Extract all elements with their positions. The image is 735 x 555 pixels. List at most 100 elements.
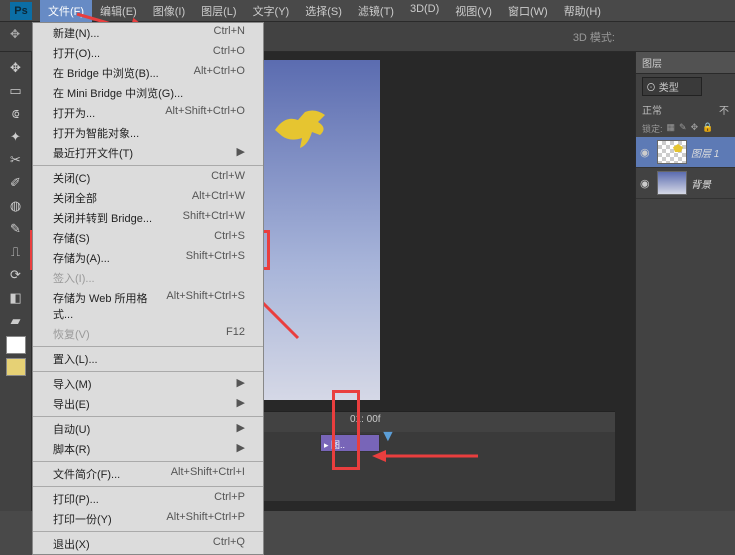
menu-entry[interactable]: 在 Mini Bridge 中浏览(G)... (33, 83, 263, 103)
menu-entry-shortcut: Alt+Ctrl+W (192, 190, 245, 206)
menu-item[interactable]: 编辑(E) (92, 0, 145, 22)
menu-item[interactable]: 文件(F) (40, 0, 92, 22)
menu-entry-shortcut: Ctrl+P (214, 491, 245, 507)
bg-color-swatch[interactable] (6, 358, 26, 376)
menu-entry-shortcut: Ctrl+O (213, 45, 245, 61)
menu-entry-shortcut: Alt+Shift+Ctrl+I (171, 466, 245, 482)
menu-item[interactable]: 3D(D) (402, 0, 447, 22)
menu-item[interactable]: 滤镜(T) (350, 0, 402, 22)
menu-entry[interactable]: 存储为(A)...Shift+Ctrl+S (33, 248, 263, 268)
bucket-tool[interactable]: ▰ (4, 310, 28, 332)
menu-entry[interactable]: 打开为...Alt+Shift+Ctrl+O (33, 103, 263, 123)
fg-color-swatch[interactable] (6, 336, 26, 354)
menu-entry-label: 导出(E) (53, 396, 90, 412)
timeline-clip[interactable]: ▸ 图.. (320, 434, 380, 452)
layer-thumb[interactable] (657, 140, 687, 164)
menu-entry-shortcut: Alt+Shift+Ctrl+O (165, 105, 245, 121)
layers-tab[interactable]: 图层 (636, 52, 735, 74)
playhead-icon[interactable]: ▼ (380, 428, 396, 446)
menu-entry-shortcut: ▶ (237, 145, 245, 161)
menu-entry[interactable]: 关闭并转到 Bridge...Shift+Ctrl+W (33, 208, 263, 228)
menu-entry-label: 最近打开文件(T) (53, 145, 133, 161)
crop-tool[interactable]: ✂ (4, 149, 28, 171)
menu-entry[interactable]: 导入(M) ▶ (33, 374, 263, 394)
menu-item[interactable]: 视图(V) (447, 0, 500, 22)
blend-mode[interactable]: 正常 (642, 102, 719, 117)
history-brush[interactable]: ⟳ (4, 264, 28, 286)
stamp-tool[interactable]: ⎍ (4, 241, 28, 263)
menu-entry[interactable]: 存储为 Web 所用格式...Alt+Shift+Ctrl+S (33, 288, 263, 324)
menu-item[interactable]: 图层(L) (193, 0, 244, 22)
lock-all-icon[interactable]: 🔒 (702, 122, 713, 135)
layer-row[interactable]: ◉ 背景 (636, 168, 735, 199)
mode-label: 3D 模式: (573, 29, 615, 45)
menu-entry-shortcut: Alt+Ctrl+O (194, 65, 245, 81)
menu-entry[interactable]: 置入(L)... (33, 349, 263, 369)
menu-separator (33, 461, 263, 462)
menu-entry-shortcut: Alt+Shift+Ctrl+S (166, 290, 245, 322)
wand-tool[interactable]: ✦ (4, 126, 28, 148)
menu-entry-label: 退出(X) (53, 536, 90, 552)
menu-entry-shortcut: Alt+Shift+Ctrl+P (166, 511, 245, 527)
menu-entry[interactable]: 打印(P)...Ctrl+P (33, 489, 263, 509)
menu-entry-label: 导入(M) (53, 376, 92, 392)
lock-label: 锁定: (642, 122, 663, 135)
menu-entry-shortcut: Ctrl+Q (213, 536, 245, 552)
menu-entry-label: 关闭(C) (53, 170, 90, 186)
lock-move-icon[interactable]: ✥ (691, 122, 699, 135)
menu-entry[interactable]: 打开为智能对象... (33, 123, 263, 143)
marquee-tool[interactable]: ▭ (4, 80, 28, 102)
heal-tool[interactable]: ◍ (4, 195, 28, 217)
eyedropper-tool[interactable]: ✐ (4, 172, 28, 194)
menu-entry-shortcut: ▶ (237, 421, 245, 437)
menu-separator (33, 346, 263, 347)
menu-entry-label: 关闭全部 (53, 190, 97, 206)
menu-entry-label: 在 Mini Bridge 中浏览(G)... (53, 85, 183, 101)
menu-separator (33, 416, 263, 417)
menu-entry[interactable]: 打印一份(Y)Alt+Shift+Ctrl+P (33, 509, 263, 529)
menu-entry-label: 打开为智能对象... (53, 125, 139, 141)
menu-item[interactable]: 帮助(H) (556, 0, 609, 22)
menu-entry-label: 在 Bridge 中浏览(B)... (53, 65, 159, 81)
menu-separator (33, 371, 263, 372)
menu-entry[interactable]: 新建(N)...Ctrl+N (33, 23, 263, 43)
menu-entry-label: 存储为 Web 所用格式... (53, 290, 166, 322)
lasso-tool[interactable]: ⟃ (4, 103, 28, 125)
layer-row[interactable]: ◉ 图层 1 (636, 137, 735, 168)
menu-entry[interactable]: 关闭(C) Ctrl+W (33, 168, 263, 188)
layer-thumb[interactable] (657, 171, 687, 195)
lock-paint-icon[interactable]: ✎ (679, 122, 687, 135)
menu-item[interactable]: 选择(S) (297, 0, 350, 22)
menubar: Ps 文件(F)编辑(E)图像(I)图层(L)文字(Y)选择(S)滤镜(T)3D… (0, 0, 735, 22)
menu-entry[interactable]: 退出(X) Ctrl+Q (33, 534, 263, 554)
menu-item[interactable]: 窗口(W) (500, 0, 556, 22)
menu-entry-label: 签入(I)... (53, 270, 95, 286)
menu-entry-shortcut: ▶ (237, 376, 245, 392)
menu-entry[interactable]: 自动(U)▶ (33, 419, 263, 439)
visibility-icon[interactable]: ◉ (640, 146, 654, 159)
menu-entry-label: 新建(N)... (53, 25, 99, 41)
menu-entry[interactable]: 最近打开文件(T) ▶ (33, 143, 263, 163)
move-tool[interactable]: ✥ (4, 57, 28, 79)
menu-entry[interactable]: 导出(E)▶ (33, 394, 263, 414)
brush-tool[interactable]: ✎ (4, 218, 28, 240)
menu-entry-label: 文件简介(F)... (53, 466, 120, 482)
menu-entry-shortcut: Shift+Ctrl+S (186, 250, 245, 266)
move-tool-icon[interactable]: ✥ (10, 27, 30, 47)
filter-type-dropdown[interactable]: ⊙ 类型 (642, 77, 702, 96)
eraser-tool[interactable]: ◧ (4, 287, 28, 309)
menu-entry[interactable]: 脚本(R)▶ (33, 439, 263, 459)
menu-entry[interactable]: 存储(S)Ctrl+S (33, 228, 263, 248)
menu-entry[interactable]: 打开(O)...Ctrl+O (33, 43, 263, 63)
lock-trans-icon[interactable]: ▦ (667, 122, 676, 135)
menu-entry[interactable]: 关闭全部 Alt+Ctrl+W (33, 188, 263, 208)
visibility-icon[interactable]: ◉ (640, 177, 654, 190)
menu-entry[interactable]: 文件简介(F)... Alt+Shift+Ctrl+I (33, 464, 263, 484)
menu-item[interactable]: 图像(I) (145, 0, 193, 22)
layer-name: 背景 (691, 176, 711, 191)
menu-entry-shortcut: Ctrl+W (211, 170, 245, 186)
tools-panel: ✥ ▭ ⟃ ✦ ✂ ✐ ◍ ✎ ⎍ ⟳ ◧ ▰ (0, 52, 32, 511)
menu-entry-shortcut: Ctrl+S (214, 230, 245, 246)
menu-item[interactable]: 文字(Y) (245, 0, 298, 22)
menu-entry[interactable]: 在 Bridge 中浏览(B)... Alt+Ctrl+O (33, 63, 263, 83)
